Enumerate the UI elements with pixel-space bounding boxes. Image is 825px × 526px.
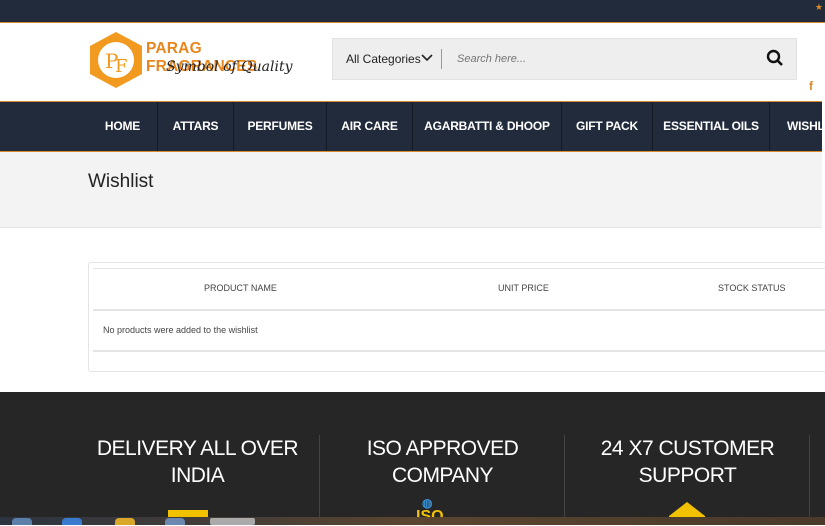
empty-message: No products were added to the wishlist <box>103 325 258 335</box>
wishlist-table: PRODUCT NAME UNIT PRICE STOCK STATUS No … <box>88 262 825 372</box>
category-select[interactable]: All Categories <box>346 52 421 66</box>
facebook-icon[interactable]: f <box>809 79 813 93</box>
taskbar-active-app[interactable] <box>210 518 255 525</box>
divider <box>93 350 825 352</box>
header-stock-status: STOCK STATUS <box>718 283 786 293</box>
logo[interactable]: P F PARAG FRAGRANCES Symbol of Quality <box>88 30 308 90</box>
divider <box>93 309 825 311</box>
nav-home[interactable]: HOME <box>88 102 157 151</box>
taskbar-app-icon[interactable] <box>165 518 185 525</box>
search-input[interactable] <box>457 49 757 69</box>
os-taskbar <box>0 517 825 525</box>
feature-support: 24 X7 CUSTOMER SUPPORT <box>600 437 775 487</box>
nav-perfumes[interactable]: PERFUMES <box>233 102 326 151</box>
nav-attars[interactable]: ATTARS <box>157 102 233 151</box>
footer: DELIVERY ALL OVER INDIA ISO APPROVED COMPA… <box>0 392 825 525</box>
header-unit-price: UNIT PRICE <box>498 283 549 293</box>
top-bar: ★ <box>0 0 825 23</box>
chevron-down-icon[interactable] <box>421 52 433 65</box>
nav-wishlist[interactable]: WISHL <box>769 102 825 151</box>
search-bar: All Categories <box>332 38 797 80</box>
feature-iso: ISO APPROVED COMPANY <box>366 437 519 487</box>
nav-air-care[interactable]: AIR CARE <box>326 102 412 151</box>
divider <box>441 49 442 69</box>
taskbar-app-icon[interactable] <box>115 518 135 525</box>
nav-agarbatti-dhoop[interactable]: AGARBATTI & DHOOP <box>412 102 561 151</box>
header: P F PARAG FRAGRANCES Symbol of Quality A… <box>0 24 822 101</box>
feature-delivery: DELIVERY ALL OVER INDIA <box>96 437 299 487</box>
nav-gift-pack[interactable]: GIFT PACK <box>561 102 652 151</box>
main-nav: HOME ATTARS PERFUMES AIR CARE AGARBATTI … <box>0 101 825 152</box>
star-icon: ★ <box>814 2 823 12</box>
header-product-name: PRODUCT NAME <box>204 283 277 293</box>
page-title-bar: Wishlist <box>0 152 822 228</box>
divider <box>93 268 825 269</box>
taskbar-app-icon[interactable] <box>62 518 82 525</box>
nav-essential-oils[interactable]: ESSENTIAL OILS <box>652 102 769 151</box>
start-button[interactable] <box>12 518 32 525</box>
divider <box>809 435 810 520</box>
search-icon[interactable] <box>766 49 784 72</box>
logo-hexagon-icon: P F <box>90 32 142 88</box>
page-title: Wishlist <box>88 171 154 192</box>
brand-tagline: Symbol of Quality <box>166 59 293 75</box>
svg-text:F: F <box>115 56 128 77</box>
